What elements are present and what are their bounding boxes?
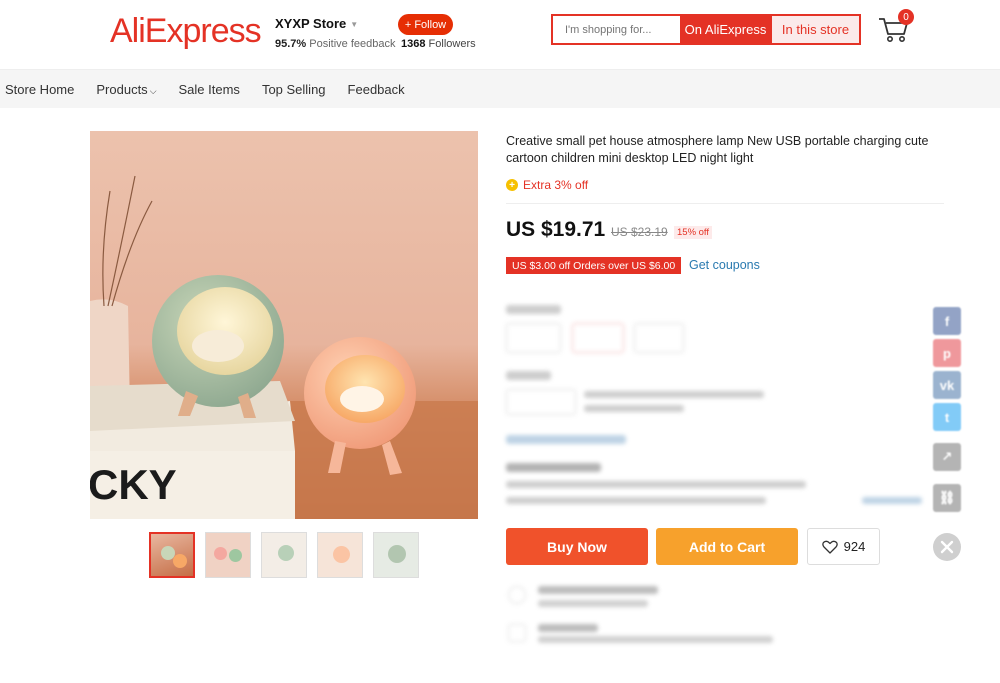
blurred-buyer-protection xyxy=(506,580,806,650)
product-title: Creative small pet house atmosphere lamp… xyxy=(506,134,929,165)
extra-discount-label: Extra 3% off xyxy=(523,178,589,192)
store-name-text: XYXP Store xyxy=(275,16,347,31)
blurred-text xyxy=(506,371,551,380)
blurred-text xyxy=(506,305,561,314)
blurred-text xyxy=(584,391,764,398)
link-icon[interactable]: ⛓ xyxy=(933,484,961,512)
wishlist-count: 924 xyxy=(843,539,866,554)
search-on-aliexpress-button[interactable]: On AliExpress xyxy=(680,16,771,43)
add-to-cart-button[interactable]: Add to Cart xyxy=(656,528,798,565)
extra-discount: + Extra 3% off xyxy=(506,178,588,192)
facebook-icon[interactable]: f xyxy=(933,307,961,335)
blurred-text xyxy=(538,636,773,643)
caret-down-icon: ▼ xyxy=(350,20,359,30)
blurred-text xyxy=(506,435,626,444)
blurred-option xyxy=(634,323,684,353)
heart-icon xyxy=(821,540,838,554)
nav-products[interactable]: Products ⌵ xyxy=(96,82,156,97)
blurred-text xyxy=(506,463,601,472)
aliexpress-logo[interactable]: AliExpress xyxy=(110,12,262,51)
pinterest-icon[interactable]: p xyxy=(933,339,961,367)
close-button[interactable] xyxy=(933,533,961,561)
share-icon[interactable]: ↗ xyxy=(933,443,961,471)
blurred-stepper xyxy=(506,389,576,415)
nav-sale-items[interactable]: Sale Items xyxy=(179,82,240,97)
original-price: US $23.19 xyxy=(611,225,668,239)
blurred-text xyxy=(506,497,766,504)
blurred-options-area xyxy=(506,297,926,512)
search-in-store-button[interactable]: In this store xyxy=(771,16,859,43)
thumbnail-strip xyxy=(149,532,419,578)
store-nav: Store Home Products ⌵ Sale Items Top Sell… xyxy=(0,70,1000,108)
blurred-text xyxy=(538,586,658,594)
discount-badge: 15% off xyxy=(674,226,713,239)
coupon-tag: US $3.00 off Orders over US $6.00 xyxy=(506,257,682,274)
followers: 1368 Followers xyxy=(401,38,476,50)
thumbnail-5[interactable] xyxy=(373,532,419,578)
search-box: On AliExpress In this store xyxy=(551,14,861,45)
buy-now-button[interactable]: Buy Now xyxy=(506,528,648,565)
followers-label: Followers xyxy=(428,38,476,50)
twitter-icon[interactable]: t xyxy=(933,403,961,431)
follow-button[interactable]: + Follow xyxy=(398,14,453,35)
blurred-icon xyxy=(508,586,526,604)
store-rating: 95.7% Positive feedback xyxy=(275,38,395,50)
store-name[interactable]: XYXP Store ▼ xyxy=(275,16,358,31)
search-input[interactable] xyxy=(553,16,680,43)
book-cover-text: CKY xyxy=(90,461,177,508)
thumbnail-1[interactable] xyxy=(149,532,195,578)
nav-feedback[interactable]: Feedback xyxy=(348,82,405,97)
divider xyxy=(506,203,944,204)
wishlist-button[interactable]: 924 xyxy=(807,528,880,565)
product-main-image[interactable]: CKY xyxy=(90,131,478,519)
plus-coin-icon: + xyxy=(506,179,518,191)
followers-count: 1368 xyxy=(401,38,426,50)
product-photo: CKY xyxy=(90,175,478,519)
store-header: AliExpress XYXP Store ▼ 95.7% Positive fe… xyxy=(0,0,1000,70)
thumbnail-3[interactable] xyxy=(261,532,307,578)
blurred-text xyxy=(538,624,598,632)
blurred-text xyxy=(584,405,684,412)
cart-button[interactable]: 0 xyxy=(877,9,914,44)
close-icon xyxy=(940,540,954,554)
cart-count-badge: 0 xyxy=(898,9,914,25)
get-coupons-link[interactable]: Get coupons xyxy=(689,258,760,272)
blurred-option xyxy=(572,323,624,353)
chevron-down-icon: ⌵ xyxy=(149,85,157,96)
blurred-text xyxy=(862,497,922,504)
nav-store-home[interactable]: Store Home xyxy=(5,82,74,97)
thumbnail-4[interactable] xyxy=(317,532,363,578)
blurred-option xyxy=(506,323,561,353)
rating-label: Positive feedback xyxy=(309,38,396,50)
current-price: US $19.71 xyxy=(506,218,606,241)
blurred-icon xyxy=(508,624,526,642)
vk-icon[interactable]: vk xyxy=(933,371,961,399)
nav-top-selling[interactable]: Top Selling xyxy=(262,82,326,97)
nav-products-label: Products xyxy=(96,81,148,97)
thumbnail-2[interactable] xyxy=(205,532,251,578)
blurred-text xyxy=(506,481,806,488)
blurred-text xyxy=(538,600,648,607)
rating-value: 95.7% xyxy=(275,38,307,50)
